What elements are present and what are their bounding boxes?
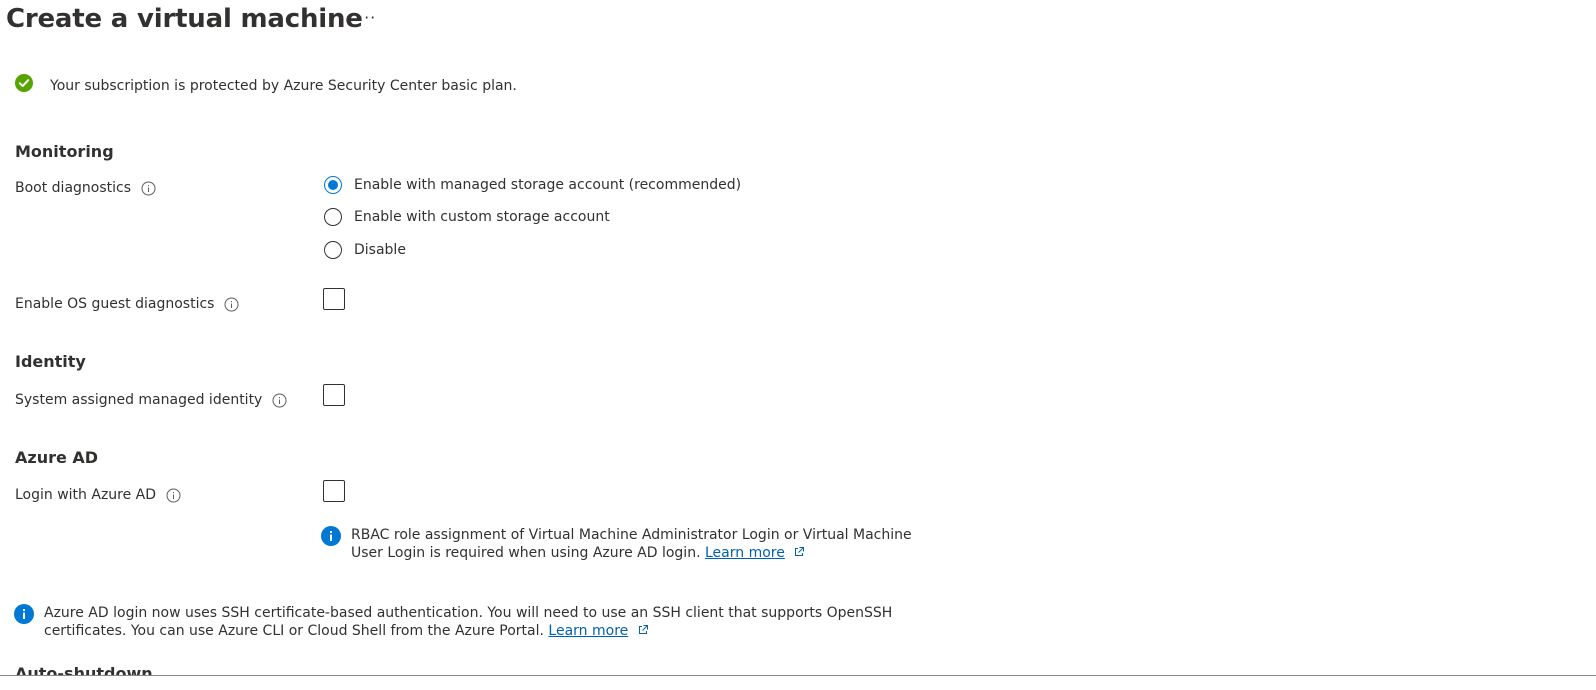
system-assigned-identity-checkbox[interactable] bbox=[323, 384, 345, 406]
ssh-info-message: Azure AD login now uses SSH certificate-… bbox=[44, 604, 892, 641]
system-assigned-identity-label-text: System assigned managed identity bbox=[15, 392, 263, 408]
rbac-info-line-2: User Login is required when using Azure … bbox=[351, 544, 912, 563]
boot-diagnostics-label: Boot diagnostics bbox=[15, 180, 156, 196]
os-guest-diagnostics-label-text: Enable OS guest diagnostics bbox=[15, 296, 215, 312]
rbac-info-line-2-text: User Login is required when using Azure … bbox=[351, 545, 701, 561]
page-title: Create a virtual machine bbox=[6, 4, 363, 34]
radio-custom-storage[interactable]: Enable with custom storage account bbox=[324, 208, 610, 226]
info-icon[interactable] bbox=[224, 297, 239, 312]
divider bbox=[0, 675, 1596, 676]
security-banner-text: Your subscription is protected by Azure … bbox=[50, 78, 517, 94]
create-vm-page: Create a virtual machine ··· Your subscr… bbox=[0, 0, 1596, 690]
info-filled-icon bbox=[321, 526, 341, 550]
ssh-learn-more-link[interactable]: Learn more bbox=[548, 623, 628, 639]
rbac-info-line-1: RBAC role assignment of Virtual Machine … bbox=[351, 527, 912, 543]
radio-label: Enable with managed storage account (rec… bbox=[354, 177, 742, 193]
system-assigned-identity-label: System assigned managed identity bbox=[15, 392, 287, 408]
ssh-info-line-2: certificates. You can use Azure CLI or C… bbox=[44, 622, 892, 641]
info-icon[interactable] bbox=[141, 181, 156, 196]
boot-diagnostics-label-text: Boot diagnostics bbox=[15, 180, 132, 196]
check-circle-icon bbox=[15, 74, 33, 96]
login-azure-ad-label-text: Login with Azure AD bbox=[15, 487, 157, 503]
auto-shutdown-heading: Auto-shutdown bbox=[15, 664, 153, 675]
radio-label: Enable with custom storage account bbox=[354, 209, 610, 225]
login-azure-ad-checkbox[interactable] bbox=[323, 480, 345, 502]
ssh-info-line-2-text: certificates. You can use Azure CLI or C… bbox=[44, 623, 544, 639]
radio-button-selected[interactable] bbox=[324, 176, 342, 194]
azure-ad-heading: Azure AD bbox=[15, 448, 99, 467]
radio-button[interactable] bbox=[324, 208, 342, 226]
ssh-info-line-1: Azure AD login now uses SSH certificate-… bbox=[44, 605, 893, 621]
os-guest-diagnostics-checkbox[interactable] bbox=[323, 288, 345, 310]
info-icon[interactable] bbox=[166, 488, 181, 503]
external-link-icon[interactable] bbox=[793, 545, 805, 563]
next-section-clip: Auto-shutdown bbox=[15, 658, 315, 675]
identity-heading: Identity bbox=[15, 352, 86, 371]
rbac-learn-more-link[interactable]: Learn more bbox=[705, 545, 785, 561]
info-icon[interactable] bbox=[272, 393, 287, 408]
more-options-button[interactable]: ··· bbox=[358, 8, 376, 27]
radio-label: Disable bbox=[354, 242, 406, 258]
login-azure-ad-label: Login with Azure AD bbox=[15, 487, 181, 503]
radio-disable[interactable]: Disable bbox=[324, 241, 406, 259]
os-guest-diagnostics-label: Enable OS guest diagnostics bbox=[15, 296, 239, 312]
radio-managed-storage[interactable]: Enable with managed storage account (rec… bbox=[324, 176, 741, 194]
info-filled-icon bbox=[14, 604, 34, 628]
external-link-icon[interactable] bbox=[637, 623, 649, 641]
rbac-info-message: RBAC role assignment of Virtual Machine … bbox=[351, 526, 912, 563]
monitoring-heading: Monitoring bbox=[15, 142, 114, 161]
radio-button[interactable] bbox=[324, 241, 342, 259]
